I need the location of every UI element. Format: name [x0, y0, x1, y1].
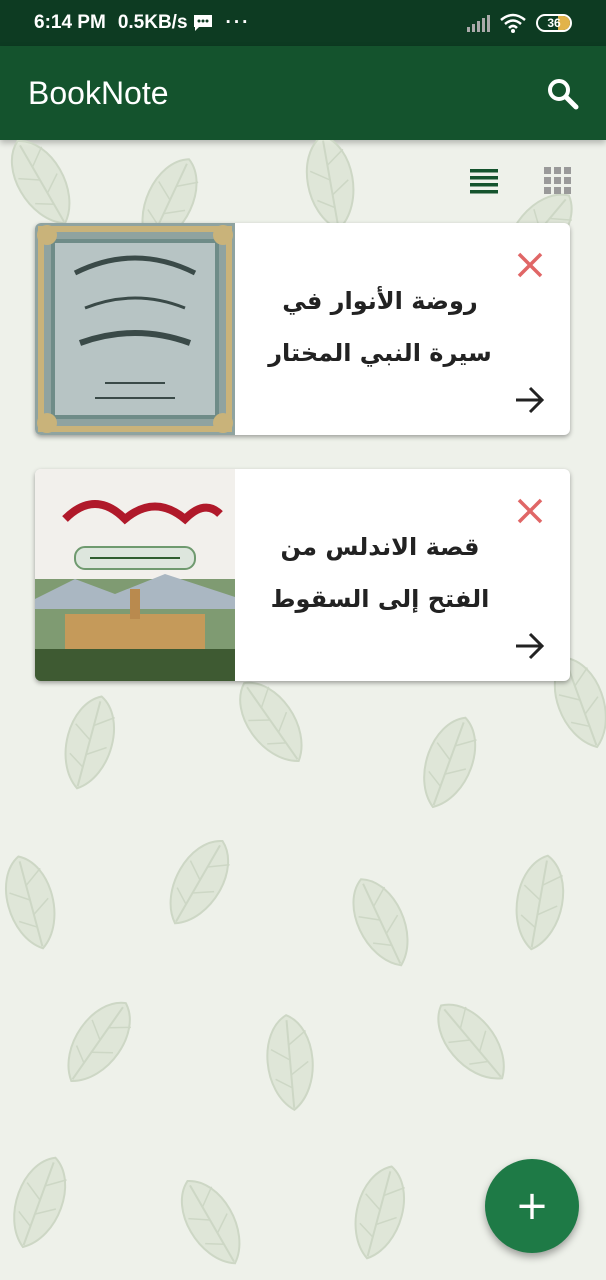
status-net-speed: 0.5KB/s: [117, 12, 188, 33]
view-toggle: [466, 164, 576, 198]
message-icon: [193, 15, 212, 31]
book-title-line2: الفتح إلى السقوط: [270, 585, 490, 613]
delete-book-button[interactable]: [514, 249, 546, 281]
grid-view-button[interactable]: [540, 164, 576, 198]
grid-view-icon: [544, 167, 571, 194]
book-title: روضة الأنوار في سيرة النبي المختار: [245, 275, 515, 379]
arrow-right-icon: [516, 386, 545, 414]
open-book-button[interactable]: [512, 629, 546, 663]
status-time: 6:14 PM: [34, 12, 106, 33]
book-card[interactable]: قصة الاندلس من الفتح إلى السقوط: [35, 469, 570, 681]
close-icon: [517, 252, 543, 278]
book-title-line1: روضة الأنوار في: [282, 287, 478, 315]
wifi-icon: [500, 13, 526, 33]
book-title-line1: قصة الاندلس من: [280, 533, 480, 561]
close-icon: [517, 498, 543, 524]
book-cover-image: [35, 223, 235, 435]
arrow-right-icon: [516, 632, 545, 660]
search-icon: [548, 79, 579, 110]
app-title: BookNote: [28, 74, 169, 111]
list-view-button[interactable]: [466, 164, 502, 198]
signal-icon: [467, 15, 490, 32]
open-book-button[interactable]: [512, 383, 546, 417]
book-card[interactable]: روضة الأنوار في سيرة النبي المختار: [35, 223, 570, 435]
book-cover-image: [35, 469, 235, 681]
battery-icon: 36: [536, 14, 572, 32]
list-view-icon: [470, 169, 498, 194]
more-notifications-icon: ···: [225, 12, 251, 33]
add-book-button[interactable]: +: [485, 1159, 579, 1253]
search-button[interactable]: [544, 75, 580, 111]
book-title-line2: سيرة النبي المختار: [268, 339, 492, 367]
battery-level: 36: [547, 16, 561, 30]
app-bar: BookNote: [0, 46, 606, 140]
delete-book-button[interactable]: [514, 495, 546, 527]
book-title: قصة الاندلس من الفتح إلى السقوط: [245, 521, 515, 625]
status-bar: 6:14 PM 0.5KB/s ··· 36: [0, 0, 606, 46]
plus-icon: +: [515, 1183, 549, 1229]
